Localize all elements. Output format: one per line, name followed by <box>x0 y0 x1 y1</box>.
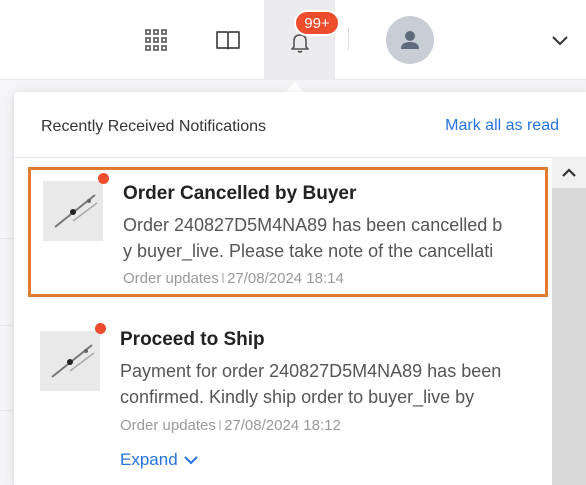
panel-header: Recently Received Notifications Mark all… <box>14 92 586 158</box>
panel-title: Recently Received Notifications <box>41 118 266 135</box>
product-image-icon <box>43 181 103 241</box>
notification-item[interactable]: Proceed to Ship Payment for order 240827… <box>28 322 548 485</box>
notification-meta: Order updates I 27/08/2024 18:14 <box>123 270 344 287</box>
notification-body-line: Order 240827D5M4NA89 has been cancelled … <box>123 215 503 235</box>
avatar <box>386 16 434 64</box>
account-button[interactable] <box>380 0 440 80</box>
chevron-down-icon <box>183 455 198 464</box>
mark-all-read-link[interactable]: Mark all as read <box>445 117 559 135</box>
meta-separator: I <box>217 417 223 434</box>
notification-meta: Order updates I 27/08/2024 18:12 <box>120 417 341 434</box>
unread-dot <box>95 323 106 334</box>
notification-timestamp: 27/08/2024 18:14 <box>227 270 344 287</box>
user-avatar-icon <box>401 31 419 49</box>
notification-body: Payment for order 240827D5M4NA89 has bee… <box>120 358 538 410</box>
chevron-down-icon <box>552 36 568 46</box>
notification-category: Order updates <box>120 417 216 434</box>
notification-body: Order 240827D5M4NA89 has been cancelled … <box>123 212 541 264</box>
notification-category: Order updates <box>123 270 219 287</box>
meta-separator: I <box>220 270 226 287</box>
notification-title: Order Cancelled by Buyer <box>123 183 357 204</box>
guide-button[interactable] <box>207 0 249 80</box>
apps-grid-icon <box>145 29 167 51</box>
chevron-up-icon <box>562 168 576 177</box>
notification-count-badge: 99+ <box>294 10 340 36</box>
notification-item[interactable]: Order Cancelled by Buyer Order 240827D5M… <box>28 167 548 297</box>
product-thumbnail <box>40 331 100 391</box>
notification-title: Proceed to Ship <box>120 329 265 350</box>
expand-label: Expand <box>120 450 178 469</box>
product-thumbnail <box>43 181 103 241</box>
unread-dot <box>98 173 109 184</box>
scroll-up-button[interactable] <box>552 158 586 188</box>
toolbar-separator <box>348 28 349 50</box>
apps-button[interactable] <box>136 0 176 80</box>
notification-body-line: confirmed. Kindly ship order to buyer_li… <box>120 387 475 407</box>
notification-timestamp: 27/08/2024 18:12 <box>224 417 341 434</box>
notification-body-line: y buyer_live. Please take note of the ca… <box>123 241 494 261</box>
account-dropdown-button[interactable] <box>540 0 580 80</box>
scrollbar-track[interactable] <box>552 158 586 485</box>
product-image-icon <box>40 331 100 391</box>
notification-body-line: Payment for order 240827D5M4NA89 has bee… <box>120 361 502 381</box>
notifications-panel: Recently Received Notifications Mark all… <box>14 92 586 485</box>
book-icon <box>216 31 240 50</box>
expand-link[interactable]: Expand <box>120 450 198 470</box>
